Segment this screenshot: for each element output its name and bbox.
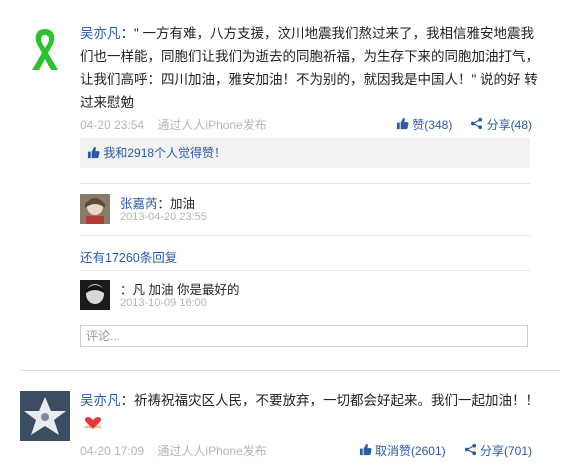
avatar-image xyxy=(80,280,110,310)
author-link[interactable]: 吴亦凡 xyxy=(80,26,121,41)
divider xyxy=(80,235,530,236)
post-message: ：祈祷祝福灾区人民，不要放弃，一切都会好起来。我们一起加油！！ xyxy=(120,393,540,408)
post-source[interactable]: 通过人人iPhone发布 xyxy=(157,118,266,132)
like-label: 取消赞(2601) xyxy=(374,444,446,458)
avatar-image xyxy=(80,194,110,224)
share-label: 分享(48) xyxy=(486,118,532,132)
like-label: 赞(348) xyxy=(412,118,453,132)
post-content: 吴亦凡：祈祷祝福灾区人民，不要放弃，一切都会好起来。我们一起加油！！ xyxy=(80,389,540,435)
post-text: 吴亦凡：" 一方有难，八方支援，汶川地震我们熬过来了，我相信雅安地震我们也一样能… xyxy=(80,22,540,114)
post-separator xyxy=(20,370,560,371)
avatar-image xyxy=(20,391,70,441)
author-link[interactable]: 吴亦凡 xyxy=(80,393,121,408)
divider xyxy=(80,183,530,184)
unlike-button[interactable]: 取消赞(2601) xyxy=(359,442,446,459)
divider xyxy=(80,270,530,271)
comment-text: 张嘉芮：加油 xyxy=(120,193,195,212)
comment-item: ：凡 加油 你是最好的 2013-10-09 16:00 xyxy=(80,280,530,314)
comment-text: ：凡 加油 你是最好的 xyxy=(120,279,239,298)
post-message: ：" 一方有难，八方支援，汶川地震我们熬过来了，我相信雅安地震我们也一样能，同胞… xyxy=(80,26,539,110)
comment-time: 2013-04-20 23:55 xyxy=(120,211,207,223)
comment-input[interactable] xyxy=(80,325,528,347)
post-content: 吴亦凡：" 一方有难，八方支援，汶川地震我们熬过来了，我相信雅安地震我们也一样能… xyxy=(80,22,540,114)
post-time[interactable]: 04-20 23:54 xyxy=(80,118,144,132)
commenter-avatar[interactable] xyxy=(80,194,110,224)
comment-item: 张嘉芮：加油 2013-04-20 23:55 xyxy=(80,194,530,228)
post-time[interactable]: 04-20 17:09 xyxy=(80,444,144,458)
post-source[interactable]: 通过人人iPhone发布 xyxy=(157,444,266,458)
share-label: 分享(701) xyxy=(479,444,532,458)
post-meta: 04-20 23:54 通过人人iPhone发布 赞(348) 分享(48) xyxy=(80,116,532,132)
comment-time: 2013-10-09 16:00 xyxy=(120,297,207,309)
thumb-up-icon xyxy=(359,443,372,455)
author-avatar[interactable] xyxy=(20,391,70,441)
commenter-avatar[interactable] xyxy=(80,280,110,310)
share-icon xyxy=(471,117,483,129)
share-button[interactable]: 分享(701) xyxy=(464,442,532,459)
more-replies-link[interactable]: 还有17260条回复 xyxy=(80,247,177,266)
commenter-link[interactable]: 张嘉芮 xyxy=(120,197,158,211)
thumb-up-icon xyxy=(87,146,100,159)
post-meta-left: 04-20 23:54 通过人人iPhone发布 xyxy=(80,116,267,133)
share-icon xyxy=(464,443,476,455)
author-avatar[interactable] xyxy=(20,24,70,74)
green-ribbon-icon xyxy=(32,29,58,70)
comment-message: ：加油 xyxy=(157,197,196,211)
share-button[interactable]: 分享(48) xyxy=(470,116,532,133)
comment-message: ：凡 加油 你是最好的 xyxy=(120,283,240,297)
post-text: 吴亦凡：祈祷祝福灾区人民，不要放弃，一切都会好起来。我们一起加油！！ xyxy=(80,389,540,435)
thumb-up-icon xyxy=(396,117,409,129)
post-meta-left: 04-20 17:09 通过人人iPhone发布 xyxy=(80,442,267,459)
likes-summary-box: 我和2918个人觉得赞！ xyxy=(80,138,530,168)
likes-summary-text[interactable]: 我和2918个人觉得赞！ xyxy=(103,146,226,160)
post-actions: 取消赞(2601) 分享(701) xyxy=(359,442,532,459)
heart-hands-emoticon-icon xyxy=(84,417,102,429)
post-meta: 04-20 17:09 通过人人iPhone发布 取消赞(2601) 分享(70… xyxy=(80,442,532,458)
like-button[interactable]: 赞(348) xyxy=(396,116,452,133)
post-actions: 赞(348) 分享(48) xyxy=(396,116,532,133)
